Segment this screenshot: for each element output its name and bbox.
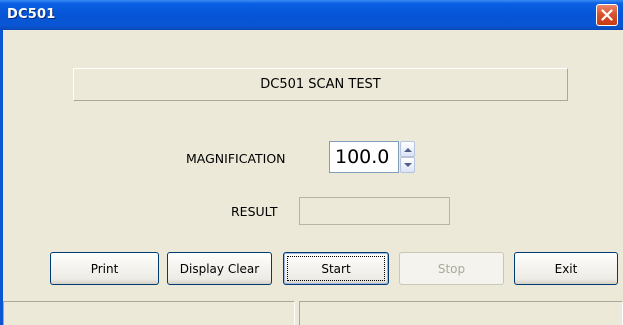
- status-pane-2: [299, 301, 623, 325]
- print-button[interactable]: Print: [50, 252, 159, 285]
- stop-button[interactable]: Stop: [399, 252, 504, 285]
- magnification-spinner: [400, 141, 415, 173]
- window-frame-left: [0, 30, 3, 325]
- exit-button-label: Exit: [554, 261, 578, 276]
- display-clear-button-label: Display Clear: [179, 261, 260, 276]
- spin-down-button[interactable]: [400, 157, 415, 173]
- status-bar: [3, 301, 623, 325]
- window-title: DC501: [7, 7, 56, 22]
- start-button-label: Start: [321, 261, 351, 276]
- display-clear-button[interactable]: Display Clear: [167, 252, 272, 285]
- exit-button[interactable]: Exit: [514, 252, 618, 285]
- chevron-down-icon: [404, 163, 412, 167]
- result-field: [299, 197, 450, 225]
- status-pane-1: [3, 301, 295, 325]
- magnification-label: MAGNIFICATION: [186, 151, 286, 166]
- result-label: RESULT: [231, 204, 278, 219]
- print-button-label: Print: [90, 261, 119, 276]
- dc501-window: DC501 DC501 SCAN TEST MAGNIFICATION 100.…: [0, 0, 623, 325]
- close-icon: [601, 9, 613, 21]
- title-bar[interactable]: DC501: [0, 0, 623, 30]
- stop-button-label: Stop: [437, 261, 466, 276]
- start-button[interactable]: Start: [283, 252, 389, 285]
- spin-up-button[interactable]: [400, 141, 415, 157]
- close-button[interactable]: [596, 4, 618, 26]
- magnification-input[interactable]: 100.0: [329, 141, 399, 173]
- scan-test-banner: DC501 SCAN TEST: [73, 68, 568, 101]
- chevron-up-icon: [404, 148, 412, 152]
